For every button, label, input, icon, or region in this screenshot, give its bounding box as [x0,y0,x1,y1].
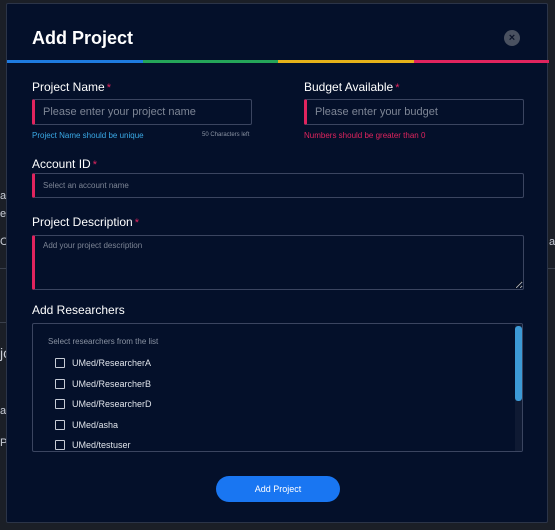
add-project-modal: Add Project × Project Name* Project Name… [6,3,549,523]
account-id-label: Account ID * [32,157,97,171]
researchers-list: Select researchers from the list UMed/Re… [32,323,523,452]
add-researchers-label: Add Researchers [32,303,125,317]
list-item[interactable]: UMed/asha [55,418,118,432]
accent-segment-red [413,60,549,63]
required-marker: * [92,159,97,171]
budget-hint: Numbers should be greater than 0 [304,131,426,140]
researcher-name: UMed/asha [72,420,119,430]
list-item[interactable]: UMed/ResearcherA [55,356,151,370]
budget-input[interactable] [304,99,524,125]
scrollbar-thumb[interactable] [515,326,522,401]
researchers-hint: Select researchers from the list [48,337,159,346]
checkbox[interactable] [55,440,65,450]
budget-label-text: Budget Available [304,80,394,94]
project-name-input[interactable] [32,99,252,125]
project-name-hint: Project Name should be unique [32,131,144,140]
required-marker: * [106,82,111,94]
budget-label: Budget Available * [304,80,399,94]
account-id-label-text: Account ID [32,157,91,171]
modal-title: Add Project [32,28,134,48]
project-name-label-text: Project Name [32,80,105,94]
accent-bar [7,60,549,63]
checkbox[interactable] [55,358,65,368]
list-item[interactable]: UMed/ResearcherD [55,397,152,411]
researcher-name: UMed/ResearcherB [72,379,152,389]
required-marker: * [395,82,400,94]
close-icon[interactable]: × [504,30,520,46]
project-description-label: Project Description * [32,215,139,229]
required-marker: * [134,217,139,229]
checkbox[interactable] [55,399,65,409]
project-description-textarea[interactable] [32,235,524,290]
accent-segment-blue [7,60,143,63]
project-name-label: Project Name * [32,80,111,94]
account-id-input[interactable] [32,173,524,198]
project-description-label-text: Project Description [32,215,133,229]
checkbox[interactable] [55,420,65,430]
checkbox[interactable] [55,379,65,389]
researcher-name: UMed/ResearcherD [72,399,152,409]
background-divider [548,268,555,269]
researcher-name: UMed/ResearcherA [72,358,152,368]
list-item[interactable]: UMed/testuser [55,438,131,451]
background-text: a [549,236,555,248]
char-count-hint: 50 Characters left [202,132,250,138]
add-project-button[interactable]: Add Project [216,476,340,502]
list-item[interactable]: UMed/ResearcherB [55,377,151,391]
accent-segment-yellow [278,60,414,63]
researcher-name: UMed/testuser [72,440,131,450]
accent-segment-green [142,60,278,63]
